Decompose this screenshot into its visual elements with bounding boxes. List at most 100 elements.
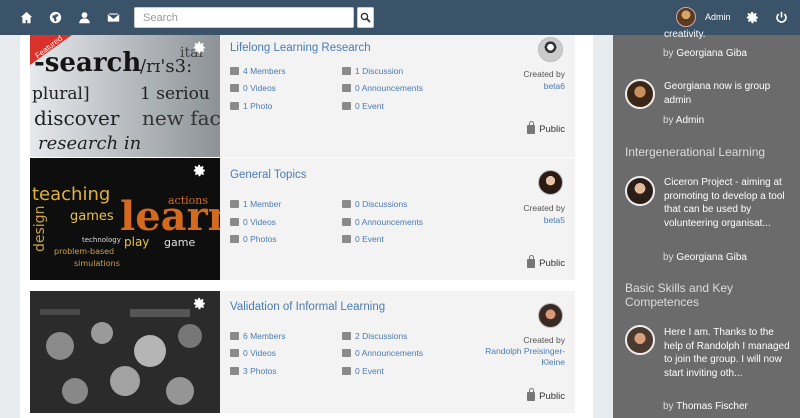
mail-icon[interactable] bbox=[105, 9, 121, 25]
privacy-status: Public bbox=[527, 388, 565, 402]
thumb-word: 1 seriou bbox=[140, 84, 210, 104]
gear-icon[interactable] bbox=[193, 297, 206, 310]
group-section-heading[interactable]: Intergenerational Learning bbox=[625, 145, 795, 159]
members-icon bbox=[230, 67, 239, 75]
thumb-word: research in bbox=[38, 133, 141, 154]
thumb-word: teaching bbox=[32, 184, 110, 205]
announcement-icon bbox=[342, 218, 351, 226]
gear-icon[interactable] bbox=[193, 164, 206, 177]
thumb-word: -search bbox=[34, 48, 141, 78]
user-icon[interactable] bbox=[76, 9, 92, 25]
group-card: Validation of Informal Learning 6 Member… bbox=[30, 291, 575, 413]
creator-avatar[interactable] bbox=[538, 37, 563, 62]
thumb-word: technology bbox=[82, 236, 121, 244]
group-card: -search /rɪ's3: plural] 1 seriou discove… bbox=[30, 35, 575, 157]
events-link[interactable]: 0 Event bbox=[342, 366, 384, 376]
created-by-label: Created by bbox=[523, 69, 565, 79]
activity-sidebar: creativity. by Georgiana Giba Georgiana … bbox=[613, 29, 800, 418]
thumb-word: simulations bbox=[74, 259, 120, 268]
activity-text: creativity. bbox=[664, 29, 706, 40]
video-icon bbox=[230, 349, 239, 357]
video-icon bbox=[230, 84, 239, 92]
gear-icon[interactable] bbox=[744, 9, 760, 25]
announcements-link[interactable]: 0 Announcements bbox=[342, 348, 423, 358]
thumb-word: games bbox=[70, 209, 114, 224]
discussion-icon bbox=[342, 67, 351, 75]
activity-avatar[interactable] bbox=[625, 176, 655, 206]
activity-text: Ciceron Project - aiming at promoting to… bbox=[664, 177, 785, 229]
group-thumbnail[interactable]: -search /rɪ's3: plural] 1 seriou discove… bbox=[30, 35, 220, 157]
group-section-heading[interactable]: Basic Skills and Key Competences bbox=[625, 281, 795, 309]
dictionary-image: -search /rɪ's3: plural] 1 seriou discove… bbox=[30, 35, 220, 157]
activity-text: Georgiana now is group admin bbox=[664, 81, 771, 106]
videos-link[interactable]: 0 Videos bbox=[230, 217, 276, 227]
search-input[interactable] bbox=[134, 7, 354, 28]
event-icon bbox=[342, 102, 351, 110]
announcement-icon bbox=[342, 84, 351, 92]
creator-link[interactable]: beta5 bbox=[544, 215, 565, 226]
group-thumbnail[interactable] bbox=[30, 291, 220, 413]
word-cloud-image: teaching learni games design play game t… bbox=[30, 158, 220, 280]
events-link[interactable]: 0 Event bbox=[342, 101, 384, 111]
lock-icon bbox=[527, 121, 536, 134]
gear-icon[interactable] bbox=[193, 41, 206, 54]
creator-link[interactable]: beta6 bbox=[544, 81, 565, 92]
thumb-word: problem-based bbox=[54, 247, 114, 256]
lock-icon bbox=[527, 388, 536, 401]
creator-avatar[interactable] bbox=[538, 303, 563, 328]
members-icon bbox=[230, 332, 239, 340]
crowd-photo bbox=[30, 291, 220, 413]
discussions-link[interactable]: 2 Discussions bbox=[342, 331, 407, 341]
thumb-word: game bbox=[164, 236, 195, 249]
discussions-link[interactable]: 0 Discussions bbox=[342, 199, 407, 209]
thumb-word: design bbox=[32, 206, 48, 252]
home-icon[interactable] bbox=[18, 9, 34, 25]
activity-author: by Georgiana Giba bbox=[663, 252, 747, 263]
members-icon bbox=[230, 200, 239, 208]
user-name-link[interactable]: Admin bbox=[705, 12, 731, 22]
search-icon bbox=[360, 12, 371, 23]
members-link[interactable]: 1 Member bbox=[230, 199, 281, 209]
video-icon bbox=[230, 218, 239, 226]
members-link[interactable]: 4 Members bbox=[230, 66, 286, 76]
event-icon bbox=[342, 367, 351, 375]
activity-avatar[interactable] bbox=[625, 325, 655, 355]
thumb-word: actions bbox=[168, 194, 208, 207]
activity-text: Here I am. Thanks to the help of Randolp… bbox=[664, 327, 790, 379]
videos-link[interactable]: 0 Videos bbox=[230, 348, 276, 358]
group-list: -search /rɪ's3: plural] 1 seriou discove… bbox=[20, 35, 593, 418]
creator-avatar[interactable] bbox=[538, 170, 563, 195]
announcement-icon bbox=[342, 349, 351, 357]
members-link[interactable]: 6 Members bbox=[230, 331, 286, 341]
group-thumbnail[interactable]: teaching learni games design play game t… bbox=[30, 158, 220, 280]
group-title[interactable]: Validation of Informal Learning bbox=[230, 301, 385, 313]
search-button[interactable] bbox=[357, 7, 374, 28]
user-avatar[interactable] bbox=[676, 7, 696, 27]
announcements-link[interactable]: 0 Announcements bbox=[342, 217, 423, 227]
announcements-link[interactable]: 0 Announcements bbox=[342, 83, 423, 93]
videos-link[interactable]: 0 Videos bbox=[230, 83, 276, 93]
created-by-label: Created by bbox=[523, 335, 565, 345]
group-title[interactable]: Lifelong Learning Research bbox=[230, 42, 371, 54]
events-link[interactable]: 0 Event bbox=[342, 234, 384, 244]
group-title[interactable]: General Topics bbox=[230, 169, 307, 181]
created-by-label: Created by bbox=[523, 203, 565, 213]
discussion-icon bbox=[342, 332, 351, 340]
privacy-status: Public bbox=[527, 255, 565, 269]
discussions-link[interactable]: 1 Discussion bbox=[342, 66, 403, 76]
photo-icon bbox=[230, 102, 239, 110]
photos-link[interactable]: 0 Photos bbox=[230, 234, 277, 244]
photo-icon bbox=[230, 367, 239, 375]
photo-icon bbox=[230, 235, 239, 243]
photos-link[interactable]: 3 Photos bbox=[230, 366, 277, 376]
creator-link[interactable]: Randolph Preisinger-Kleine bbox=[470, 346, 565, 368]
globe-icon[interactable] bbox=[47, 9, 63, 25]
discussion-icon bbox=[342, 200, 351, 208]
thumb-word: play bbox=[124, 235, 149, 249]
activity-avatar[interactable] bbox=[625, 79, 655, 109]
power-icon[interactable] bbox=[773, 9, 789, 25]
activity-author: by Georgiana Giba bbox=[663, 48, 747, 59]
privacy-status: Public bbox=[527, 121, 565, 135]
photos-link[interactable]: 1 Photo bbox=[230, 101, 272, 111]
activity-author: by Admin bbox=[663, 115, 705, 126]
